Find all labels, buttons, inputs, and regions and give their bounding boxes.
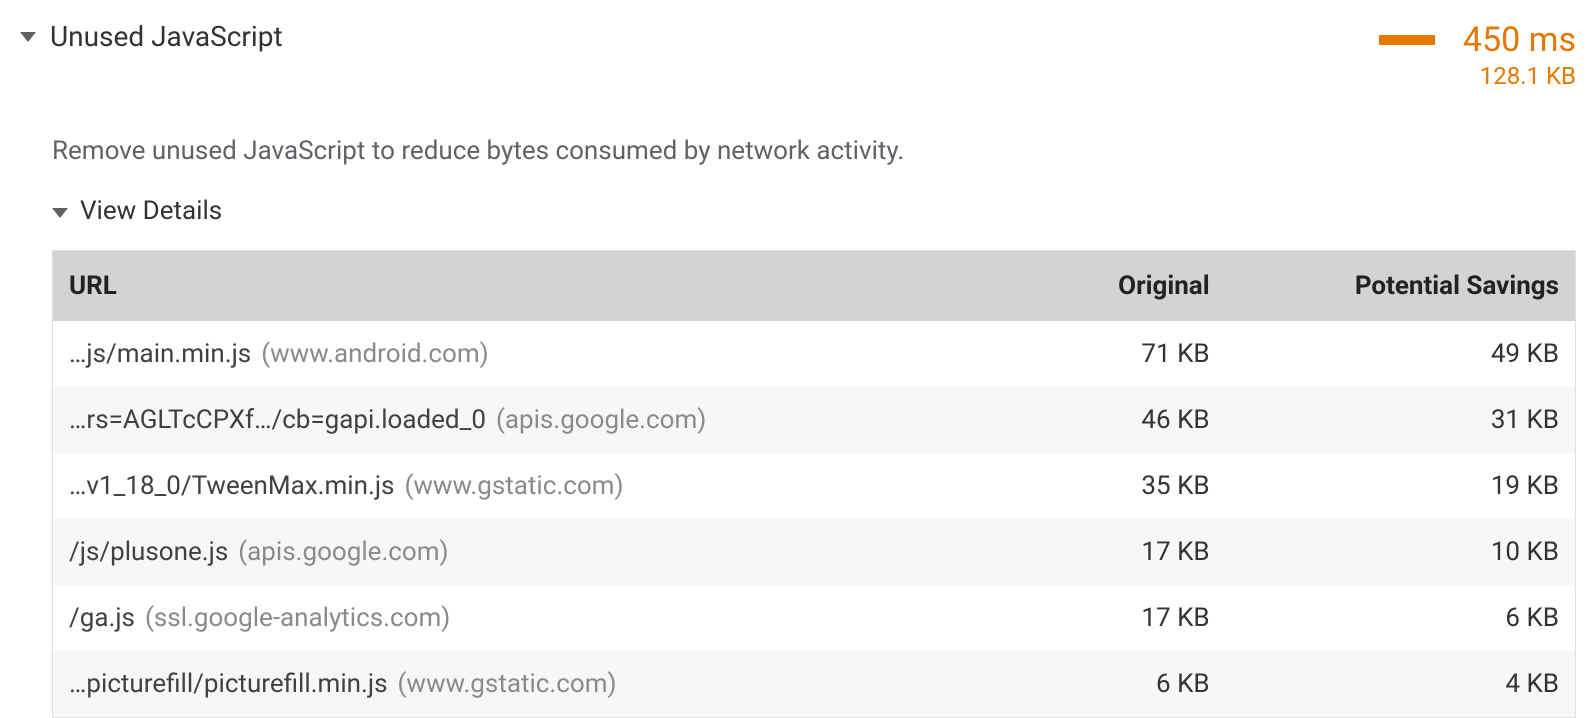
table-row: …picturefill/picturefill.min.js (www.gsta… <box>53 651 1575 717</box>
col-original[interactable]: Original <box>1043 251 1226 321</box>
url-domain: (www.gstatic.com) <box>404 471 623 501</box>
details-table: URL Original Potential Savings …js/main.… <box>52 250 1576 718</box>
url-path[interactable]: /js/plusone.js <box>69 537 228 567</box>
original-size: 46 KB <box>1043 387 1226 453</box>
url-domain: (apis.google.com) <box>496 405 706 435</box>
original-size: 6 KB <box>1043 651 1226 717</box>
table-row: …rs=AGLTcCPXf…/cb=gapi.loaded_0 (apis.goo… <box>53 387 1575 453</box>
col-savings[interactable]: Potential Savings <box>1226 251 1575 321</box>
table-row: …js/main.min.js (www.android.com) 71 KB 4… <box>53 321 1575 387</box>
table-row: /js/plusone.js (apis.google.com) 17 KB 10… <box>53 519 1575 585</box>
url-path[interactable]: …picturefill/picturefill.min.js <box>69 669 388 699</box>
audit-title: Unused JavaScript <box>50 20 283 53</box>
audit-time: 450 ms <box>1463 20 1576 60</box>
url-path[interactable]: …v1_18_0/TweenMax.min.js <box>69 471 394 501</box>
url-path[interactable]: /ga.js <box>69 603 135 633</box>
chevron-down-icon <box>52 208 68 218</box>
audit-size: 128.1 KB <box>1480 62 1576 90</box>
col-url[interactable]: URL <box>53 251 1043 321</box>
view-details-toggle[interactable]: View Details <box>52 196 1576 226</box>
url-domain: (www.android.com) <box>261 339 488 369</box>
original-size: 71 KB <box>1043 321 1226 387</box>
audit-metrics: 450 ms 128.1 KB <box>1379 20 1576 90</box>
audit-description: Remove unused JavaScript to reduce bytes… <box>52 136 1576 166</box>
chevron-down-icon <box>20 32 36 42</box>
savings-bar-icon <box>1379 35 1435 45</box>
audit-header[interactable]: Unused JavaScript 450 ms 128.1 KB <box>20 20 1576 90</box>
potential-savings: 49 KB <box>1226 321 1575 387</box>
url-domain: (ssl.google-analytics.com) <box>145 603 450 633</box>
original-size: 17 KB <box>1043 585 1226 651</box>
potential-savings: 10 KB <box>1226 519 1575 585</box>
audit-panel: Unused JavaScript 450 ms 128.1 KB Remove… <box>0 0 1596 718</box>
table-header-row: URL Original Potential Savings <box>53 251 1575 321</box>
url-path[interactable]: …rs=AGLTcCPXf…/cb=gapi.loaded_0 <box>69 405 486 435</box>
table-row: …v1_18_0/TweenMax.min.js (www.gstatic.com… <box>53 453 1575 519</box>
potential-savings: 19 KB <box>1226 453 1575 519</box>
url-domain: (apis.google.com) <box>238 537 448 567</box>
view-details-label: View Details <box>80 196 222 226</box>
original-size: 17 KB <box>1043 519 1226 585</box>
potential-savings: 6 KB <box>1226 585 1575 651</box>
url-domain: (www.gstatic.com) <box>398 669 617 699</box>
table-row: /ga.js (ssl.google-analytics.com) 17 KB 6… <box>53 585 1575 651</box>
potential-savings: 4 KB <box>1226 651 1575 717</box>
original-size: 35 KB <box>1043 453 1226 519</box>
url-path[interactable]: …js/main.min.js <box>69 339 251 369</box>
potential-savings: 31 KB <box>1226 387 1575 453</box>
